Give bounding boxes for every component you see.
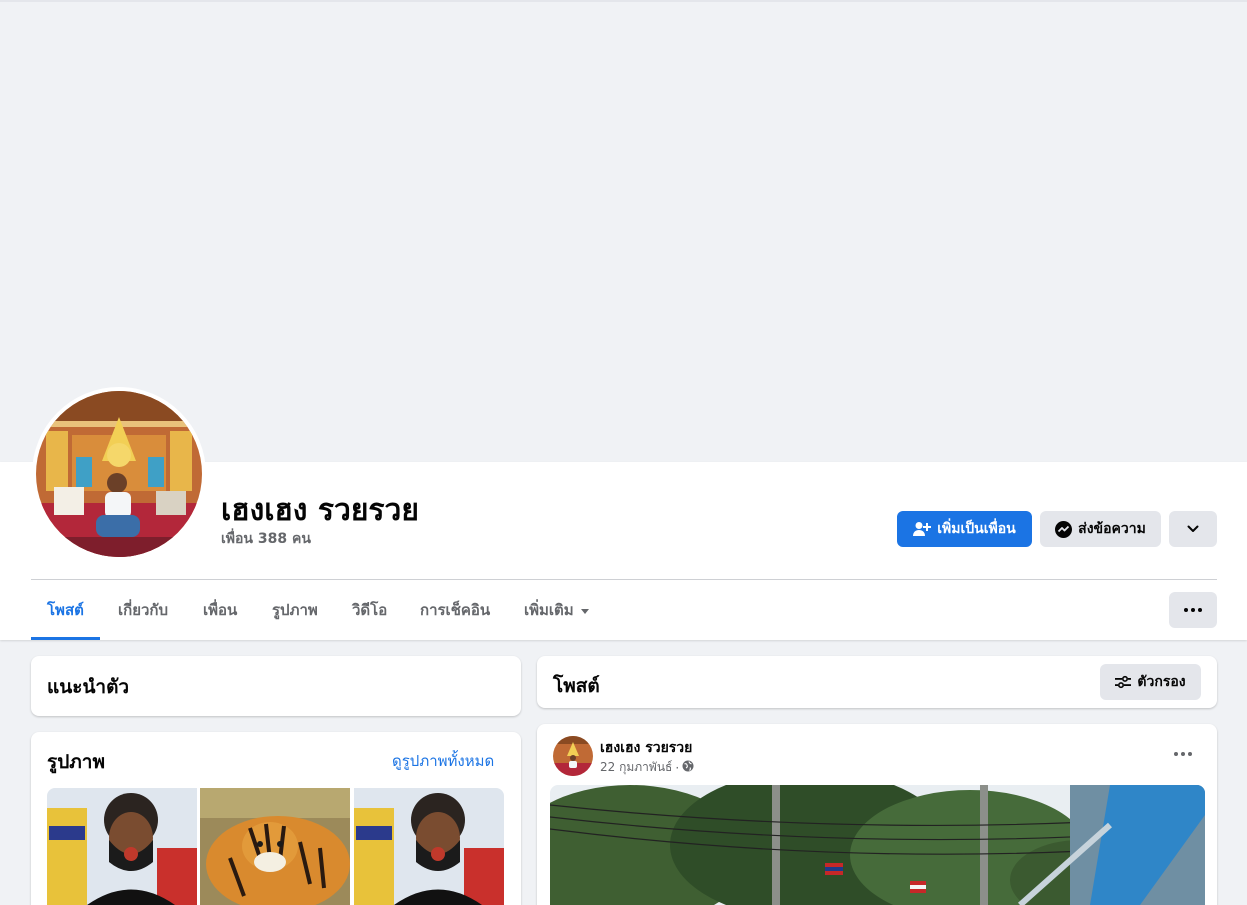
tab-check-ins[interactable]: การเช็คอิน	[404, 580, 506, 640]
tab-more[interactable]: เพิ่มเติม	[508, 580, 605, 640]
message-label: ส่งข้อความ	[1078, 521, 1146, 537]
profile-name: เฮงเฮง รวยรวย	[221, 493, 419, 528]
tab-posts-label: โพสต์	[47, 601, 84, 619]
post-image[interactable]	[550, 785, 1205, 905]
profile-options-button[interactable]	[1169, 511, 1217, 547]
caret-down-icon	[580, 608, 589, 614]
friends-count[interactable]: เพื่อน 388 คน	[221, 528, 311, 550]
intro-title: แนะนำตัว	[47, 676, 130, 698]
post-date-text: 22 กุมภาพันธ์	[600, 760, 673, 774]
tab-photos[interactable]: รูปภาพ	[256, 580, 334, 640]
globe-icon	[682, 760, 694, 775]
more-options-button[interactable]	[1169, 592, 1217, 628]
chevron-down-icon	[1187, 521, 1199, 537]
tab-about-label: เกี่ยวกับ	[118, 601, 169, 619]
photo-thumbnail[interactable]	[200, 788, 350, 905]
post-timestamp[interactable]: 22 กุมภาพันธ์ ·	[600, 758, 694, 777]
see-all-photos-link[interactable]: ดูรูปภาพทั้งหมด	[392, 749, 494, 773]
profile-avatar[interactable]	[32, 387, 206, 561]
post-author-name[interactable]: เฮงเฮง รวยรวย	[600, 737, 692, 759]
add-friend-label: เพิ่มเป็นเพื่อน	[937, 521, 1016, 537]
tab-videos-label: วิดีโอ	[352, 601, 388, 619]
posts-title: โพสต์	[553, 675, 600, 697]
tab-friends[interactable]: เพื่อน	[187, 580, 253, 640]
photo-thumbnail[interactable]	[47, 788, 197, 905]
add-friend-button[interactable]: เพิ่มเป็นเพื่อน	[897, 511, 1032, 547]
filter-icon	[1115, 675, 1132, 689]
tab-more-label: เพิ่มเติม	[524, 601, 574, 619]
tab-photos-label: รูปภาพ	[272, 601, 318, 619]
photos-title: รูปภาพ	[47, 751, 105, 773]
tab-friends-label: เพื่อน	[203, 601, 238, 619]
more-icon	[1174, 752, 1192, 756]
filter-label: ตัวกรอง	[1137, 674, 1186, 690]
post-options-button[interactable]	[1163, 736, 1203, 772]
post-author-avatar[interactable]	[553, 736, 593, 776]
filter-button[interactable]: ตัวกรอง	[1100, 664, 1201, 700]
post-date-separator: ·	[675, 760, 680, 775]
avatar-image	[36, 391, 202, 557]
add-friend-icon	[913, 521, 932, 537]
tab-check-ins-label: การเช็คอิน	[420, 601, 491, 619]
tab-posts[interactable]: โพสต์	[31, 580, 100, 640]
messenger-icon	[1055, 520, 1073, 538]
photo-thumbnail[interactable]	[354, 788, 504, 905]
cover-photo[interactable]	[0, 0, 1247, 462]
message-button[interactable]: ส่งข้อความ	[1040, 511, 1161, 547]
tab-videos[interactable]: วิดีโอ	[336, 580, 403, 640]
tab-about[interactable]: เกี่ยวกับ	[102, 580, 184, 640]
more-icon	[1184, 608, 1202, 612]
